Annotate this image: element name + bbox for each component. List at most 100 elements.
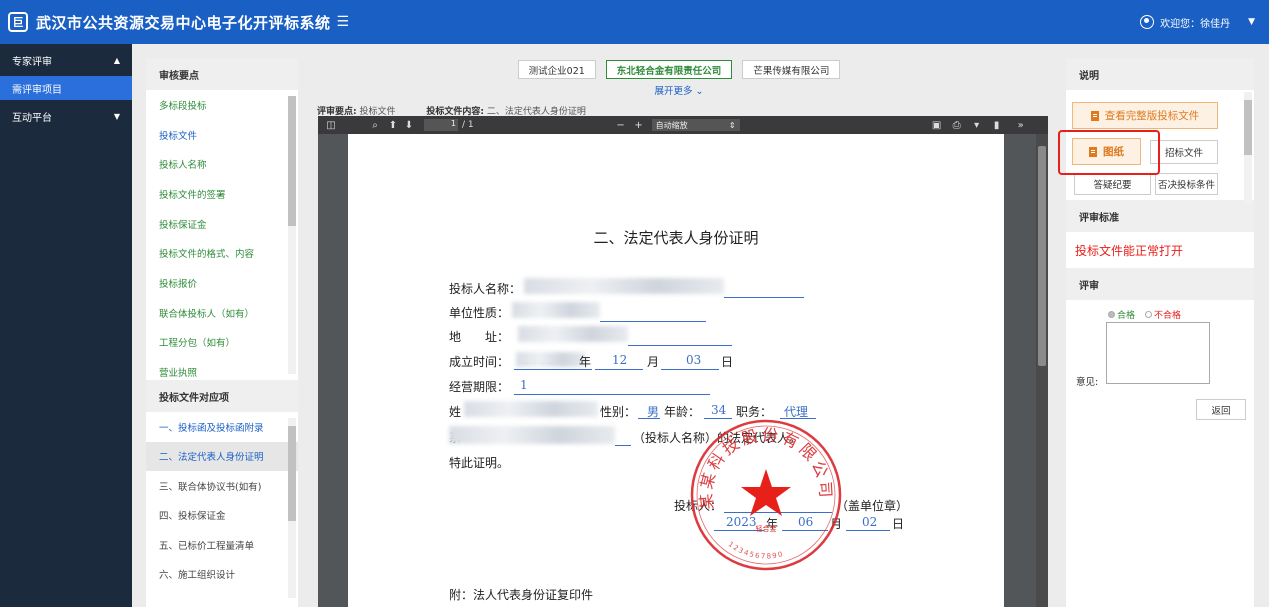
review-point-item[interactable]: 工程分包（如有） — [146, 328, 298, 358]
doc-item[interactable]: 六、施工组织设计 — [146, 560, 298, 590]
download-icon[interactable]: ▾ — [970, 120, 984, 131]
hereby-text: 特此证明。 — [449, 456, 510, 470]
verdict-radio-group: 合格 不合格 — [1108, 308, 1181, 321]
sidebar-group-label: 互动平台 — [12, 112, 52, 124]
sidebar-item-pending-projects[interactable]: 需评审项目 — [0, 76, 132, 100]
sign-day: 02 — [862, 515, 878, 529]
scrollbar-thumb[interactable] — [288, 96, 296, 226]
redacted-block — [516, 352, 586, 367]
zoom-select[interactable]: 自动缩放 ⇕ — [651, 119, 740, 131]
scrollbar-thumb[interactable] — [1244, 100, 1252, 155]
company-tab-active[interactable]: 东北轻合金有限责任公司 — [605, 60, 733, 79]
chevron-down-icon: ⌄ — [692, 86, 704, 97]
bookmark-icon[interactable]: ▮ — [990, 120, 1004, 131]
attachment-text: 附：法人代表身份证复印件 — [449, 588, 594, 602]
description-scrollbar[interactable] — [1244, 92, 1252, 204]
underline — [615, 445, 631, 446]
drawing-highlight-box — [1058, 130, 1160, 175]
scrollbar-thumb[interactable] — [288, 426, 296, 521]
sidebar-group-expert-review[interactable]: 专家评审 ▲ — [0, 44, 132, 76]
pass-label: 合格 — [1117, 311, 1136, 321]
arrow-down-icon[interactable]: ⬇ — [402, 120, 416, 131]
address-label: 地 址： — [449, 330, 510, 344]
review-point-item[interactable]: 投标文件的格式、内容 — [146, 238, 298, 268]
review-point-item[interactable]: 投标报价 — [146, 268, 298, 298]
print-icon[interactable]: ⎙ — [950, 120, 964, 131]
review-form: 合格 不合格 意见: 返回 — [1066, 300, 1254, 460]
redacted-block — [518, 326, 628, 342]
doc-item[interactable]: 一、投标函及投标函附录 — [146, 412, 298, 442]
underline — [638, 418, 660, 419]
redacted-block — [512, 302, 600, 318]
review-points-list: 多标段投标 投标文件 投标人名称 投标文件的签署 投标保证金 投标文件的格式、内… — [146, 90, 298, 380]
fail-radio[interactable]: 不合格 — [1145, 308, 1181, 321]
established-month: 12 — [612, 353, 628, 367]
unit-nature-label: 单位性质： — [449, 306, 510, 320]
review-points-scrollbar[interactable] — [288, 96, 296, 374]
doc-items-scrollbar[interactable] — [288, 418, 296, 598]
review-point-item[interactable]: 投标文件的签署 — [146, 179, 298, 209]
doc-item[interactable]: 四、投标保证金 — [146, 501, 298, 531]
zoom-in-icon[interactable]: + — [632, 120, 646, 131]
zoom-value: 自动缩放 — [655, 120, 688, 130]
standard-heading: 评审标准 — [1066, 200, 1254, 232]
review-point-item[interactable]: 投标人名称 — [146, 149, 298, 179]
month-label: 月 — [647, 355, 660, 369]
sign-day-label: 日 — [892, 517, 905, 531]
radio-dot-icon — [1145, 311, 1153, 318]
company-tab[interactable]: 芒果传媒有限公司 — [742, 60, 841, 79]
review-heading: 评审 — [1066, 268, 1254, 300]
chevron-down-icon[interactable]: ▼ — [1248, 17, 1255, 27]
established-label: 成立时间： — [449, 355, 510, 369]
reject-conditions-button[interactable]: 否决投标条件 — [1155, 173, 1218, 195]
redacted-block — [449, 426, 615, 444]
welcome-text: 欢迎您：徐佳丹 — [1160, 18, 1231, 30]
tender-document-button[interactable]: 招标文件 — [1150, 140, 1218, 164]
review-point-item[interactable]: 联合体投标人（如有） — [146, 298, 298, 328]
sidebar-toggle-icon[interactable]: ◫ — [324, 120, 338, 131]
company-tab[interactable]: 测试企业021 — [517, 60, 596, 79]
pass-radio[interactable]: 合格 — [1108, 308, 1135, 321]
description-heading: 说明 — [1066, 58, 1254, 90]
return-button[interactable]: 返回 — [1196, 399, 1246, 420]
left-sidebar: 专家评审 ▲ 需评审项目 互动平台 ▼ — [0, 44, 132, 607]
doc-item-active[interactable]: 二、法定代表人身份证明 — [146, 441, 298, 471]
pdf-scrollbar[interactable] — [1036, 134, 1048, 607]
page-number-input[interactable]: 1 — [424, 119, 458, 131]
underline — [724, 297, 804, 298]
underline — [514, 394, 710, 395]
radio-dot-icon — [1108, 311, 1115, 318]
view-full-bid-button[interactable]: 查看完整版投标文件 — [1072, 102, 1218, 129]
review-point-item-active[interactable]: 投标文件 — [146, 120, 298, 150]
qa-minutes-button[interactable]: 答疑纪要 — [1074, 173, 1151, 195]
opinion-textarea[interactable] — [1106, 322, 1210, 384]
menu-toggle-icon[interactable]: ☰ — [337, 14, 350, 30]
more-tools-icon[interactable]: » — [1014, 120, 1028, 131]
doc-item[interactable]: 五、已标价工程量清单 — [146, 530, 298, 560]
arrow-up-icon[interactable]: ⬆ — [386, 120, 400, 131]
doc-item[interactable]: 三、联合体协议书(如有) — [146, 471, 298, 501]
presentation-icon[interactable]: ▣ — [930, 120, 944, 131]
pdf-toolbar: ◫ ⌕ ⬆ ⬇ 1 / 1 − + 自动缩放 ⇕ ▣ ⎙ ▾ ▮ » — [318, 116, 1048, 134]
search-icon[interactable]: ⌕ — [368, 120, 382, 131]
day-label: 日 — [721, 355, 734, 369]
review-point-item[interactable]: 营业执照 — [146, 357, 298, 380]
review-point-item[interactable]: 投标保证金 — [146, 209, 298, 239]
chevron-down-icon: ▼ — [113, 111, 120, 121]
opinion-label: 意见: — [1076, 377, 1099, 388]
scrollbar-thumb[interactable] — [1038, 146, 1046, 366]
chevron-updown-icon: ⇕ — [728, 120, 736, 130]
review-point-item[interactable]: 多标段投标 — [146, 90, 298, 120]
review-points-heading: 审核要点 — [146, 58, 298, 90]
expand-more-link[interactable]: 展开更多 ⌄ — [304, 83, 1054, 97]
svg-text:1234567890: 1234567890 — [727, 540, 785, 560]
seal-note: （盖单位章） — [836, 499, 909, 513]
page-total: / 1 — [462, 120, 474, 130]
user-menu[interactable]: 欢迎您：徐佳丹 ▼ — [1140, 0, 1255, 44]
zoom-out-icon[interactable]: − — [614, 120, 628, 131]
sidebar-group-label: 专家评审 — [12, 56, 52, 68]
view-full-bid-label: 查看完整版投标文件 — [1104, 110, 1200, 122]
sidebar-group-interaction[interactable]: 互动平台 ▼ — [0, 100, 132, 132]
underline — [600, 321, 706, 322]
term-value: 1 — [520, 378, 528, 392]
